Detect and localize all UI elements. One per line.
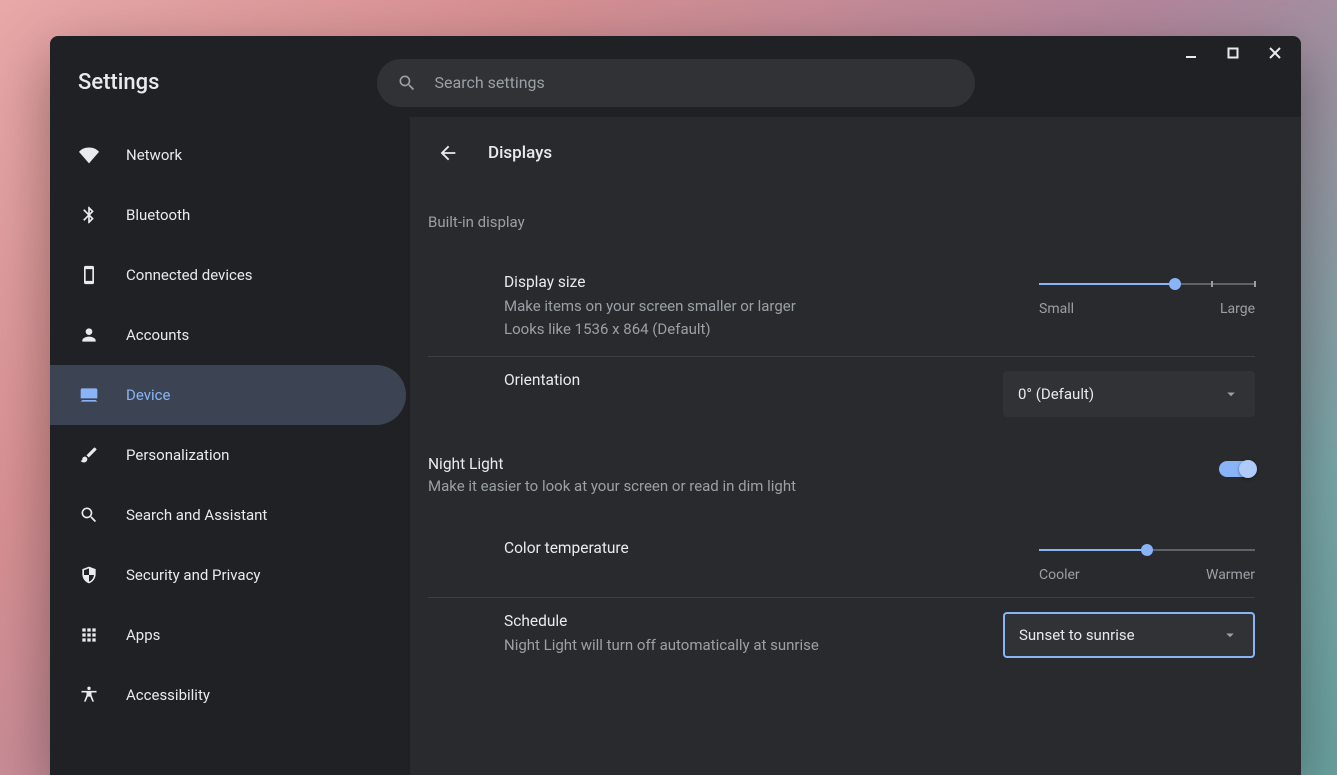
page-header: Displays [428,117,1255,213]
night-light-toggle[interactable] [1219,461,1255,477]
schedule-sub: Night Light will turn off automatically … [504,634,963,657]
phone-icon [78,264,100,286]
wifi-icon [78,144,100,166]
row-color-temperature: Color temperature Cooler Warmer [428,505,1255,598]
laptop-icon [78,384,100,406]
sidebar-item-label: Device [126,386,170,404]
color-temp-max-label: Warmer [1206,567,1255,583]
schedule-title: Schedule [504,612,963,630]
sidebar-item-label: Personalization [126,446,229,464]
apps-icon [78,624,100,646]
minimize-button[interactable] [1173,39,1209,67]
sidebar: Network Bluetooth Connected devices Acco… [50,117,410,775]
row-orientation: Orientation 0° (Default) [428,357,1255,431]
section-label-built-in: Built-in display [428,213,1255,231]
brush-icon [78,444,100,466]
display-size-sub2: Looks like 1536 x 864 (Default) [504,318,999,341]
night-light-sub: Make it easier to look at your screen or… [428,477,796,495]
orientation-select[interactable]: 0° (Default) [1003,371,1255,417]
sidebar-item-network[interactable]: Network [50,125,406,185]
chevron-down-icon [1221,626,1239,644]
row-schedule: Schedule Night Light will turn off autom… [428,598,1255,672]
minimize-icon [1184,46,1198,60]
schedule-select[interactable]: Sunset to sunrise [1003,612,1255,658]
schedule-value: Sunset to sunrise [1019,626,1135,644]
row-display-size: Display size Make items on your screen s… [428,259,1255,357]
display-size-title: Display size [504,273,999,291]
display-size-sub1: Make items on your screen smaller or lar… [504,295,999,318]
toggle-knob [1239,460,1257,478]
sidebar-item-apps[interactable]: Apps [50,605,406,665]
search-icon [78,504,100,526]
sidebar-item-label: Connected devices [126,266,253,284]
bluetooth-icon [78,204,100,226]
sidebar-item-label: Security and Privacy [126,566,261,584]
maximize-button[interactable] [1215,39,1251,67]
sidebar-item-label: Network [126,146,182,164]
sidebar-item-label: Accessibility [126,686,210,704]
page-title: Displays [488,143,552,163]
shield-icon [78,564,100,586]
sidebar-item-label: Apps [126,626,160,644]
orientation-value: 0° (Default) [1018,385,1094,403]
content-pane: Displays Built-in display Display size M… [410,117,1301,775]
sidebar-item-label: Search and Assistant [126,506,267,524]
maximize-icon [1226,46,1240,60]
app-title: Settings [78,70,159,95]
settings-window: Settings Network Bluetooth Connected dev… [50,36,1301,775]
sidebar-item-security-privacy[interactable]: Security and Privacy [50,545,406,605]
sidebar-item-label: Bluetooth [126,206,190,224]
orientation-title: Orientation [504,371,963,389]
sidebar-item-device[interactable]: Device [50,365,406,425]
accessibility-icon [78,684,100,706]
sidebar-item-label: Accounts [126,326,189,344]
back-button[interactable] [428,133,468,173]
close-icon [1268,46,1282,60]
display-size-slider[interactable] [1039,277,1255,291]
sidebar-item-search-assistant[interactable]: Search and Assistant [50,485,406,545]
sidebar-item-connected-devices[interactable]: Connected devices [50,245,406,305]
sidebar-item-accounts[interactable]: Accounts [50,305,406,365]
person-icon [78,324,100,346]
color-temp-slider[interactable] [1039,543,1255,557]
sidebar-item-accessibility[interactable]: Accessibility [50,665,406,725]
chevron-down-icon [1222,385,1240,403]
sidebar-item-personalization[interactable]: Personalization [50,425,406,485]
display-size-min-label: Small [1039,301,1074,317]
night-light-title: Night Light [428,455,796,473]
display-size-max-label: Large [1220,301,1255,317]
search-icon [397,73,417,93]
color-temp-min-label: Cooler [1039,567,1080,583]
row-night-light: Night Light Make it easier to look at yo… [428,455,1255,505]
color-temp-title: Color temperature [504,539,999,557]
close-button[interactable] [1257,39,1293,67]
arrow-back-icon [437,142,459,164]
app-body: Network Bluetooth Connected devices Acco… [50,117,1301,775]
search-input[interactable] [435,73,955,92]
app-header: Settings [50,70,1301,117]
search-field[interactable] [377,59,975,107]
sidebar-item-bluetooth[interactable]: Bluetooth [50,185,406,245]
